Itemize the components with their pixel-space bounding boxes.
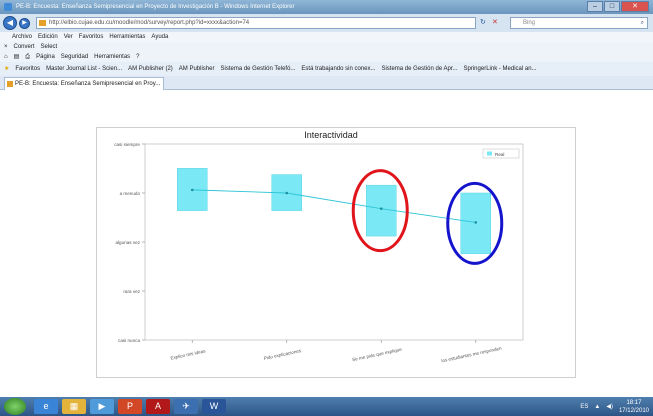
- maximize-button[interactable]: □: [604, 1, 620, 12]
- legend-label: Real: [495, 152, 504, 157]
- search-placeholder: Bing: [523, 20, 536, 26]
- command-bar: ⌂ ▤ ⎙ Página Seguridad Herramientas ?: [0, 52, 653, 62]
- feeds-icon[interactable]: ▤: [14, 52, 20, 62]
- menu-herramientas[interactable]: Herramientas: [109, 32, 145, 42]
- x-tick-label: Pido explicaciones: [263, 348, 302, 361]
- favorite-item[interactable]: SpringerLink - Medical an...: [464, 62, 537, 76]
- forward-icon[interactable]: ▶: [19, 18, 30, 29]
- volume-icon[interactable]: ◀): [606, 403, 613, 410]
- favorite-item[interactable]: Está trabajando sin conex...: [301, 62, 375, 76]
- y-tick-label: rara vez: [123, 289, 140, 294]
- menu-bar: Archivo Edición Ver Favoritos Herramient…: [0, 32, 653, 42]
- tab-bar: PE-B: Encuesta: Enseñanza Semipresencial…: [0, 76, 653, 90]
- search-icon[interactable]: ⌕: [641, 18, 644, 28]
- address-bar: ◀ ▶ http://elbio.cujae.edu.cu/moodle/mod…: [0, 14, 653, 32]
- ie-icon[interactable]: e: [34, 399, 58, 414]
- ie-app-icon: [4, 3, 12, 11]
- system-tray: ES ▲ ◀) 18:17 17/12/2010: [580, 397, 649, 416]
- y-tick-label: casi siempre: [114, 142, 140, 147]
- refresh-icon[interactable]: ↻: [480, 17, 486, 29]
- menu-ayuda[interactable]: Ayuda: [151, 32, 168, 42]
- favorite-item[interactable]: Sistema de Gestión Telefó...: [220, 62, 295, 76]
- select-button[interactable]: Select: [41, 42, 58, 52]
- back-icon[interactable]: ◀: [3, 16, 17, 30]
- legend-swatch: [487, 151, 492, 156]
- stop-icon[interactable]: ✕: [492, 17, 498, 29]
- favorite-item[interactable]: AM Publisher (2): [128, 62, 173, 76]
- print-icon[interactable]: ⎙: [25, 52, 30, 62]
- network-icon[interactable]: ▲: [594, 404, 600, 410]
- clock-time: 18:17: [626, 399, 642, 406]
- help-icon[interactable]: ?: [136, 52, 139, 62]
- x-tick-label: los estudiantes me responden: [441, 346, 502, 364]
- powerpoint-icon[interactable]: P: [118, 399, 142, 414]
- window-titlebar: PE-B: Encuesta: Enseñanza Semipresencial…: [0, 0, 653, 14]
- favorite-item[interactable]: Master Journal List - Scien...: [46, 62, 122, 76]
- tools-menu[interactable]: Herramientas: [94, 52, 130, 62]
- window-controls: – □ ✕: [587, 1, 649, 12]
- url-text: http://elbio.cujae.edu.cu/moodle/mod/sur…: [49, 20, 250, 26]
- menu-ver[interactable]: Ver: [64, 32, 73, 42]
- chart-panel: Interactividad casi siempre a menudo algun…: [96, 127, 576, 378]
- media-icon[interactable]: ▶: [90, 399, 114, 414]
- page-menu[interactable]: Página: [36, 52, 55, 62]
- favorite-item[interactable]: Sistema de Gestión de Apr...: [381, 62, 457, 76]
- explorer-icon[interactable]: ▦: [62, 399, 86, 414]
- windows-taskbar: e ▦ ▶ P A ✈ W ES ▲ ◀) 18:17 17/12/2010: [0, 397, 653, 416]
- y-tick-label: casi nunca: [118, 338, 140, 343]
- url-input[interactable]: http://elbio.cujae.edu.cu/moodle/mod/sur…: [36, 17, 476, 29]
- clock-date: 17/12/2010: [618, 407, 649, 414]
- menu-archivo[interactable]: Archivo: [12, 32, 32, 42]
- data-point: [190, 188, 194, 192]
- home-icon[interactable]: ⌂: [4, 52, 8, 62]
- language-indicator[interactable]: ES: [580, 404, 588, 410]
- close-toolbar-icon[interactable]: ×: [4, 42, 8, 52]
- plot-area: casi siempre a menudo algunas vez rara vez c…: [114, 142, 524, 364]
- x-tick-label: Se me pide que explique: [352, 347, 403, 362]
- window-title: PE-B: Encuesta: Enseñanza Semipresencial…: [16, 4, 295, 10]
- y-tick-label: algunas vez: [115, 240, 140, 245]
- clock[interactable]: 18:17 17/12/2010: [619, 399, 649, 415]
- x-tick-label: Explico mis ideas: [170, 348, 206, 360]
- close-button[interactable]: ✕: [621, 1, 649, 12]
- tab-label: PE-B: Encuesta: Enseñanza Semipresencial…: [15, 81, 161, 87]
- favorites-star-icon[interactable]: ★: [4, 62, 9, 76]
- tab-encuesta[interactable]: PE-B: Encuesta: Enseñanza Semipresencial…: [4, 77, 164, 90]
- word-icon[interactable]: W: [202, 399, 226, 414]
- search-input[interactable]: Bing ⌕: [510, 17, 648, 29]
- data-point: [285, 191, 289, 195]
- data-point: [474, 221, 478, 224]
- chart-title: Interactividad: [304, 130, 358, 140]
- favorite-item[interactable]: AM Publisher: [179, 62, 215, 76]
- menu-favoritos[interactable]: Favoritos: [79, 32, 104, 42]
- security-menu[interactable]: Seguridad: [61, 52, 88, 62]
- menu-edicion[interactable]: Edición: [38, 32, 58, 42]
- start-button[interactable]: [4, 398, 26, 415]
- tab-favicon-icon: [7, 81, 13, 87]
- acrobat-icon[interactable]: A: [146, 399, 170, 414]
- favorites-button[interactable]: Favoritos: [15, 62, 40, 76]
- interactividad-chart: Interactividad casi siempre a menudo algun…: [114, 130, 524, 364]
- favorites-bar: ★ Favoritos Master Journal List - Scien.…: [0, 62, 653, 76]
- minimize-button[interactable]: –: [587, 1, 603, 12]
- data-point: [379, 207, 383, 210]
- y-tick-label: a menudo: [120, 191, 141, 196]
- bird-icon[interactable]: ✈: [174, 399, 198, 414]
- convert-toolbar: × Convert Select: [0, 42, 653, 52]
- convert-button[interactable]: Convert: [14, 42, 35, 52]
- page-favicon-icon: [39, 20, 46, 26]
